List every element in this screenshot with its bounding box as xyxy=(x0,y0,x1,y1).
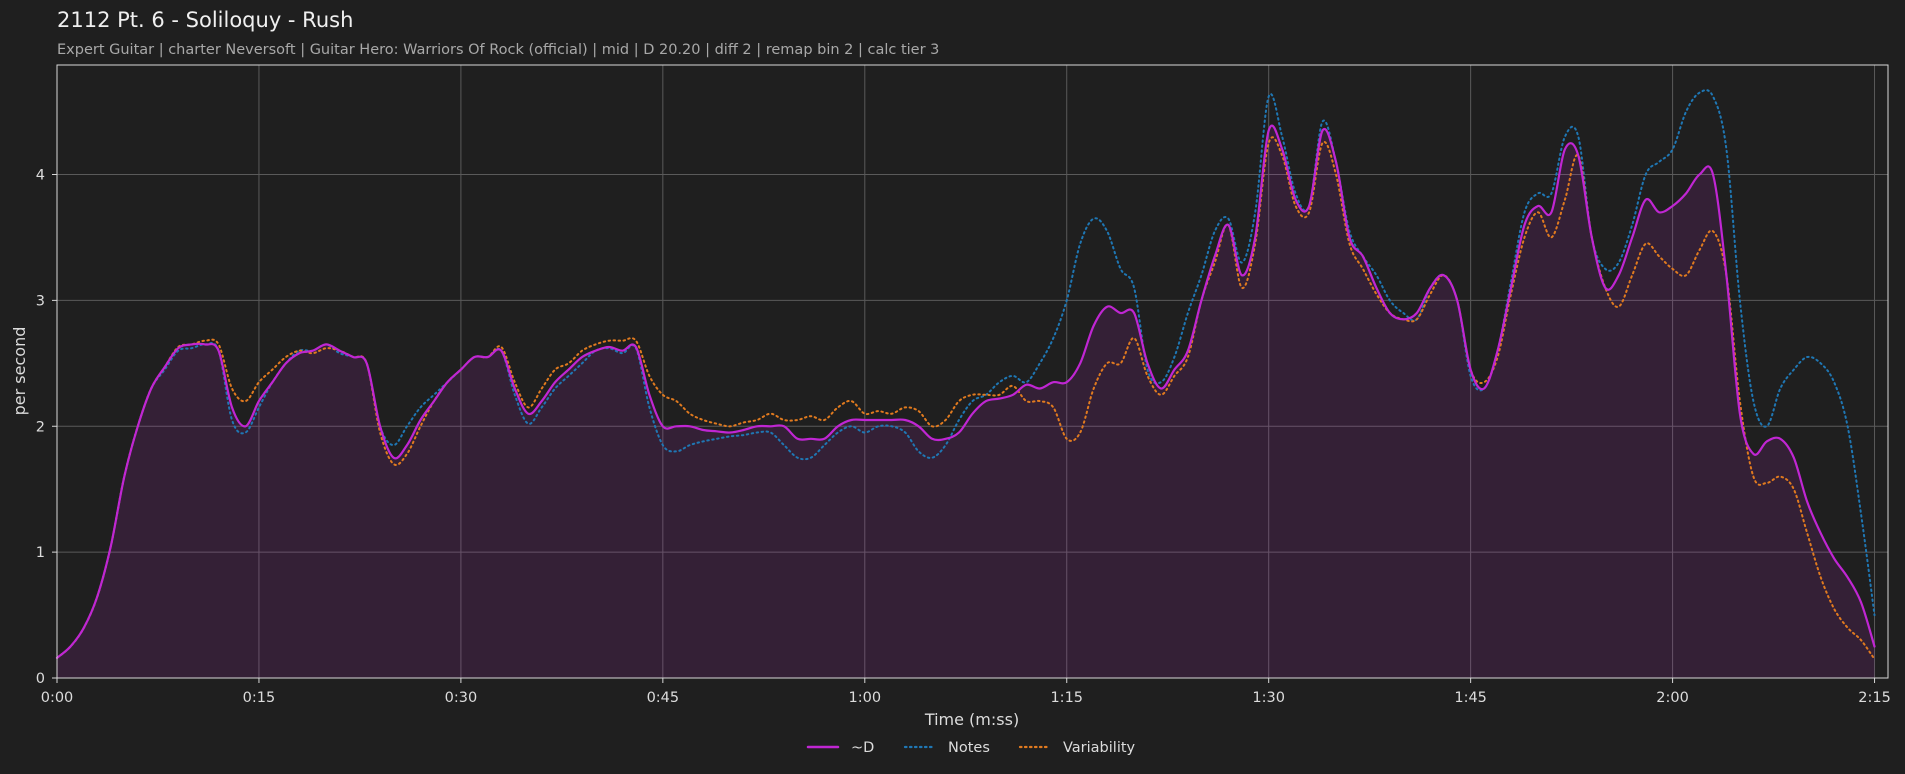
x-tick-label: 1:15 xyxy=(1050,690,1083,706)
x-tick-label: 0:45 xyxy=(647,690,680,706)
chart-svg: 2112 Pt. 6 - Soliloquy - Rush Expert Gui… xyxy=(10,8,1891,756)
y-tick-label: 0 xyxy=(36,671,45,687)
legend-label: ~D xyxy=(851,740,874,756)
x-tick-label: 2:00 xyxy=(1656,690,1689,706)
y-tick-label: 3 xyxy=(36,293,45,309)
legend: ~D Notes Variability xyxy=(806,740,1136,756)
x-tick-label: 1:45 xyxy=(1454,690,1487,706)
y-tick-label: 4 xyxy=(36,168,45,184)
x-tick-label: 0:00 xyxy=(41,690,74,706)
x-tick-label: 2:15 xyxy=(1858,690,1891,706)
y-axis-label: per second xyxy=(10,327,29,416)
legend-label: Notes xyxy=(948,740,990,756)
x-axis-label: Time (m:ss) xyxy=(924,710,1019,729)
x-tick-label: 0:30 xyxy=(445,690,478,706)
chart-subtitle: Expert Guitar | charter Neversoft | Guit… xyxy=(57,42,939,58)
x-tick-label: 1:00 xyxy=(849,690,882,706)
y-tick-label: 2 xyxy=(36,419,45,435)
chart-title: 2112 Pt. 6 - Soliloquy - Rush xyxy=(57,8,353,32)
x-tick-label: 0:15 xyxy=(243,690,276,706)
legend-label: Variability xyxy=(1063,740,1136,756)
x-tick-label: 1:30 xyxy=(1252,690,1285,706)
y-tick-label: 1 xyxy=(36,545,45,561)
